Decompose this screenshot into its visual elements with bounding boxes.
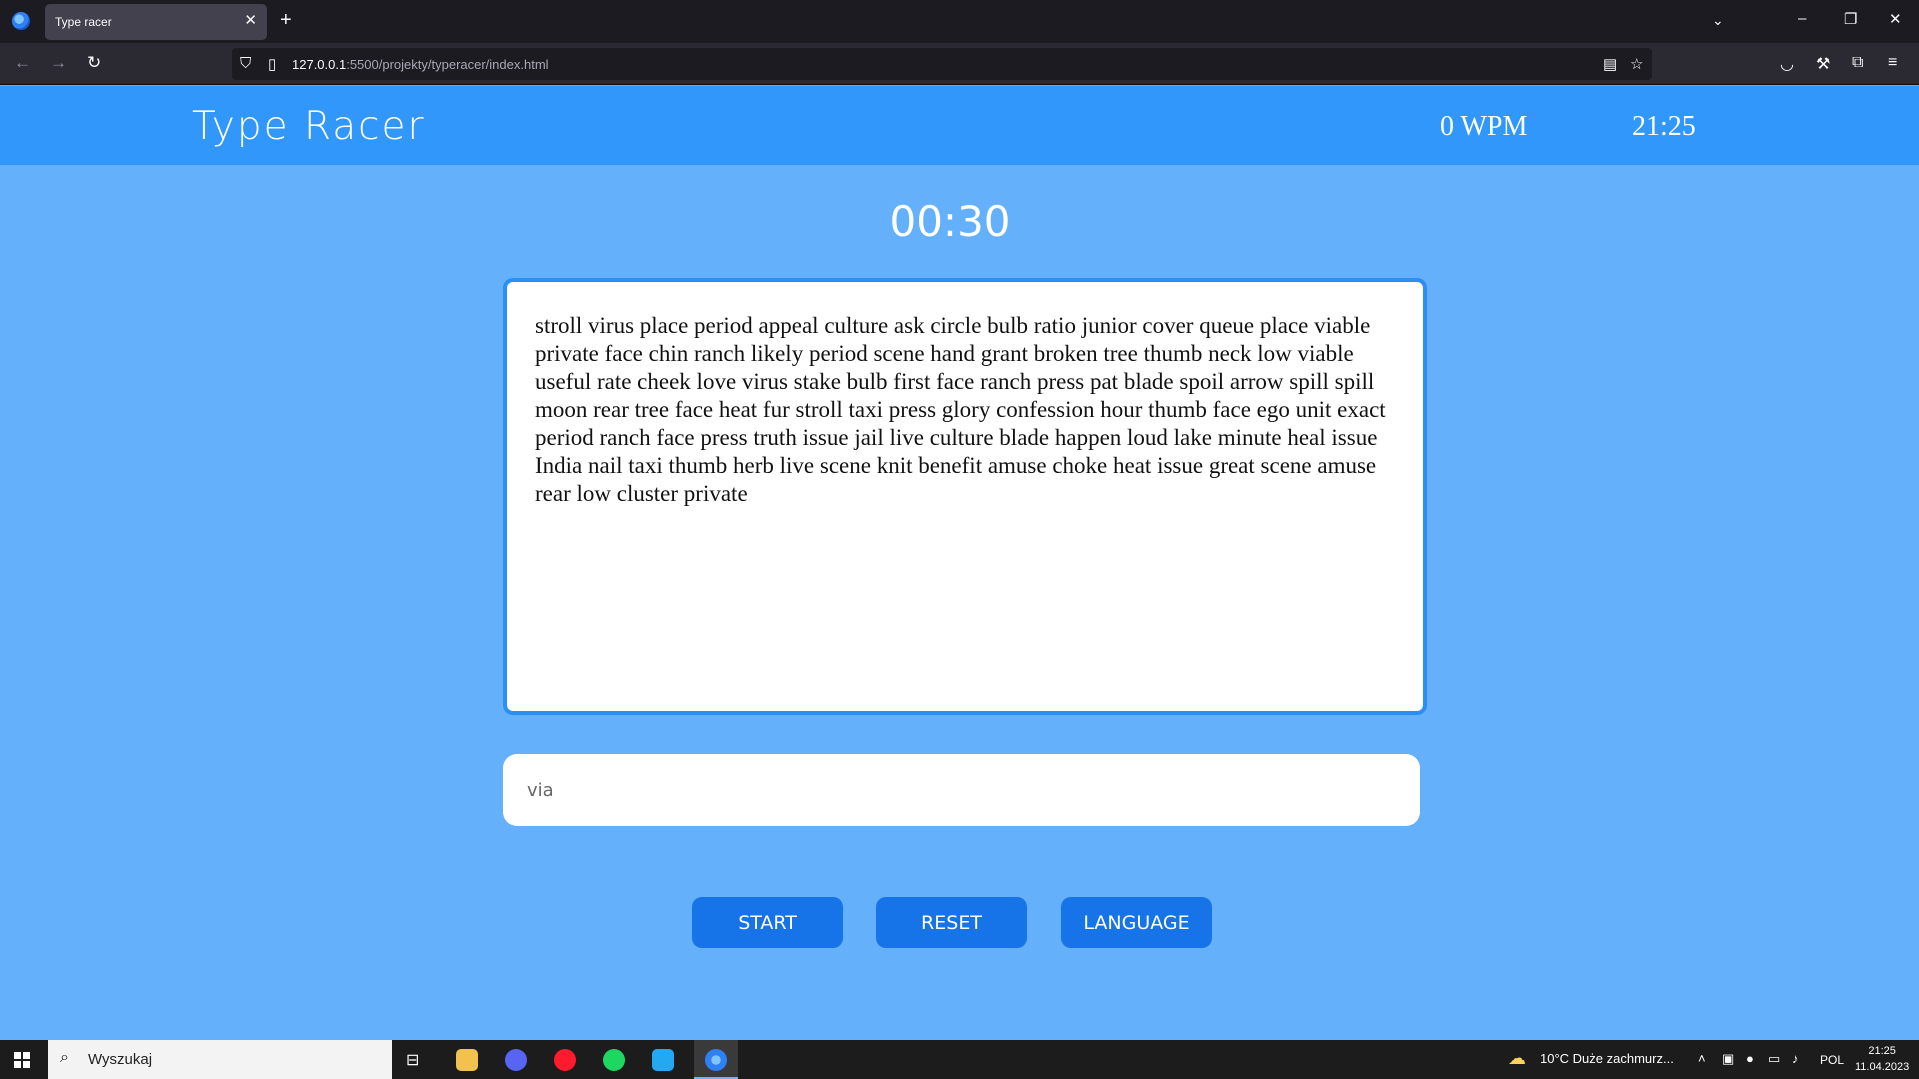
firefox-taskbar-item[interactable]: [694, 1040, 738, 1079]
windows-start-icon[interactable]: [14, 1052, 30, 1068]
page-icon: ▯: [268, 56, 277, 73]
microphone-icon[interactable]: ●: [1746, 1051, 1754, 1066]
taskbar-clock[interactable]: 21:25 11.04.2023: [1855, 1043, 1909, 1075]
firefox-icon[interactable]: [12, 12, 30, 30]
taskbar-time: 21:25: [1868, 1045, 1896, 1057]
browser-tab[interactable]: Type racer ✕: [45, 4, 267, 40]
new-tab-icon[interactable]: +: [280, 10, 292, 30]
reader-view-icon[interactable]: ▤: [1603, 55, 1617, 73]
extensions-icon[interactable]: ⧉: [1852, 54, 1863, 72]
search-icon: ⌕: [60, 1049, 69, 1066]
header-clock: 21:25: [1632, 111, 1696, 142]
opera-icon[interactable]: [554, 1049, 576, 1071]
weather-text[interactable]: 10°C Duże zachmurz...: [1540, 1051, 1674, 1066]
start-button[interactable]: START: [692, 897, 843, 948]
language-button[interactable]: LANGUAGE: [1061, 897, 1212, 948]
bookmark-star-icon[interactable]: ☆: [1630, 55, 1643, 73]
windows-taskbar: ⌕ Wyszukaj ⊟ ☁ 10°C Duże zachmurz... ˄ ▣…: [0, 1040, 1919, 1079]
tab-title: Type racer: [55, 15, 112, 29]
search-label: Wyszukaj: [88, 1051, 153, 1068]
volume-icon[interactable]: ♪: [1792, 1051, 1799, 1066]
browser-nav-bar: ← → ↻ ⛉ ▯ 127.0.0.1:5500/projekty/typera…: [0, 43, 1919, 85]
file-explorer-icon[interactable]: [456, 1049, 478, 1071]
forward-icon[interactable]: →: [50, 54, 67, 72]
url-bar[interactable]: ⛉ ▯ 127.0.0.1:5500/projekty/typeracer/in…: [232, 48, 1652, 80]
page-header: Type Racer 0 WPM 21:25: [0, 86, 1919, 165]
shield-icon[interactable]: ⛉: [240, 55, 251, 72]
reset-button[interactable]: RESET: [876, 897, 1027, 948]
close-window-icon[interactable]: ✕: [1889, 10, 1902, 28]
back-icon[interactable]: ←: [14, 54, 31, 72]
taskbar-search[interactable]: ⌕ Wyszukaj: [48, 1040, 392, 1079]
language-indicator[interactable]: POL: [1820, 1053, 1844, 1067]
browser-tab-bar: Type racer ✕ + ⌄ – ❐ ✕: [0, 0, 1919, 43]
typing-text: stroll virus place period appeal culture…: [535, 313, 1386, 506]
typing-text-box: stroll virus place period appeal culture…: [503, 278, 1427, 715]
spotify-icon[interactable]: [603, 1049, 625, 1071]
wpm-counter: 0 WPM: [1440, 111, 1528, 142]
tray-chevron-icon[interactable]: ˄: [1698, 1051, 1706, 1066]
wrench-icon[interactable]: ⚒: [1816, 54, 1830, 74]
taskbar-date: 11.04.2023: [1855, 1061, 1910, 1073]
url-text[interactable]: 127.0.0.1:5500/projekty/typeracer/index.…: [292, 57, 549, 72]
close-tab-icon[interactable]: ✕: [244, 12, 257, 30]
security-tray-icon[interactable]: ▣: [1722, 1051, 1734, 1067]
firefox-taskbar-icon: [705, 1049, 727, 1071]
task-view-icon[interactable]: ⊟: [406, 1050, 419, 1070]
network-icon[interactable]: ▭: [1768, 1051, 1780, 1067]
page-title: Type Racer: [192, 104, 426, 149]
menu-icon[interactable]: ≡: [1888, 54, 1897, 72]
restore-icon[interactable]: ❐: [1844, 10, 1857, 28]
tab-list-chevron-icon[interactable]: ⌄: [1712, 12, 1724, 29]
weather-icon[interactable]: ☁: [1508, 1048, 1526, 1069]
minimize-icon[interactable]: –: [1798, 10, 1806, 27]
countdown-timer: 00:30: [889, 197, 1011, 246]
discord-icon[interactable]: [505, 1049, 527, 1071]
reload-icon[interactable]: ↻: [87, 54, 101, 72]
typing-input[interactable]: [503, 754, 1420, 826]
vscode-icon[interactable]: [652, 1049, 674, 1071]
pocket-icon[interactable]: ◡: [1780, 54, 1794, 74]
